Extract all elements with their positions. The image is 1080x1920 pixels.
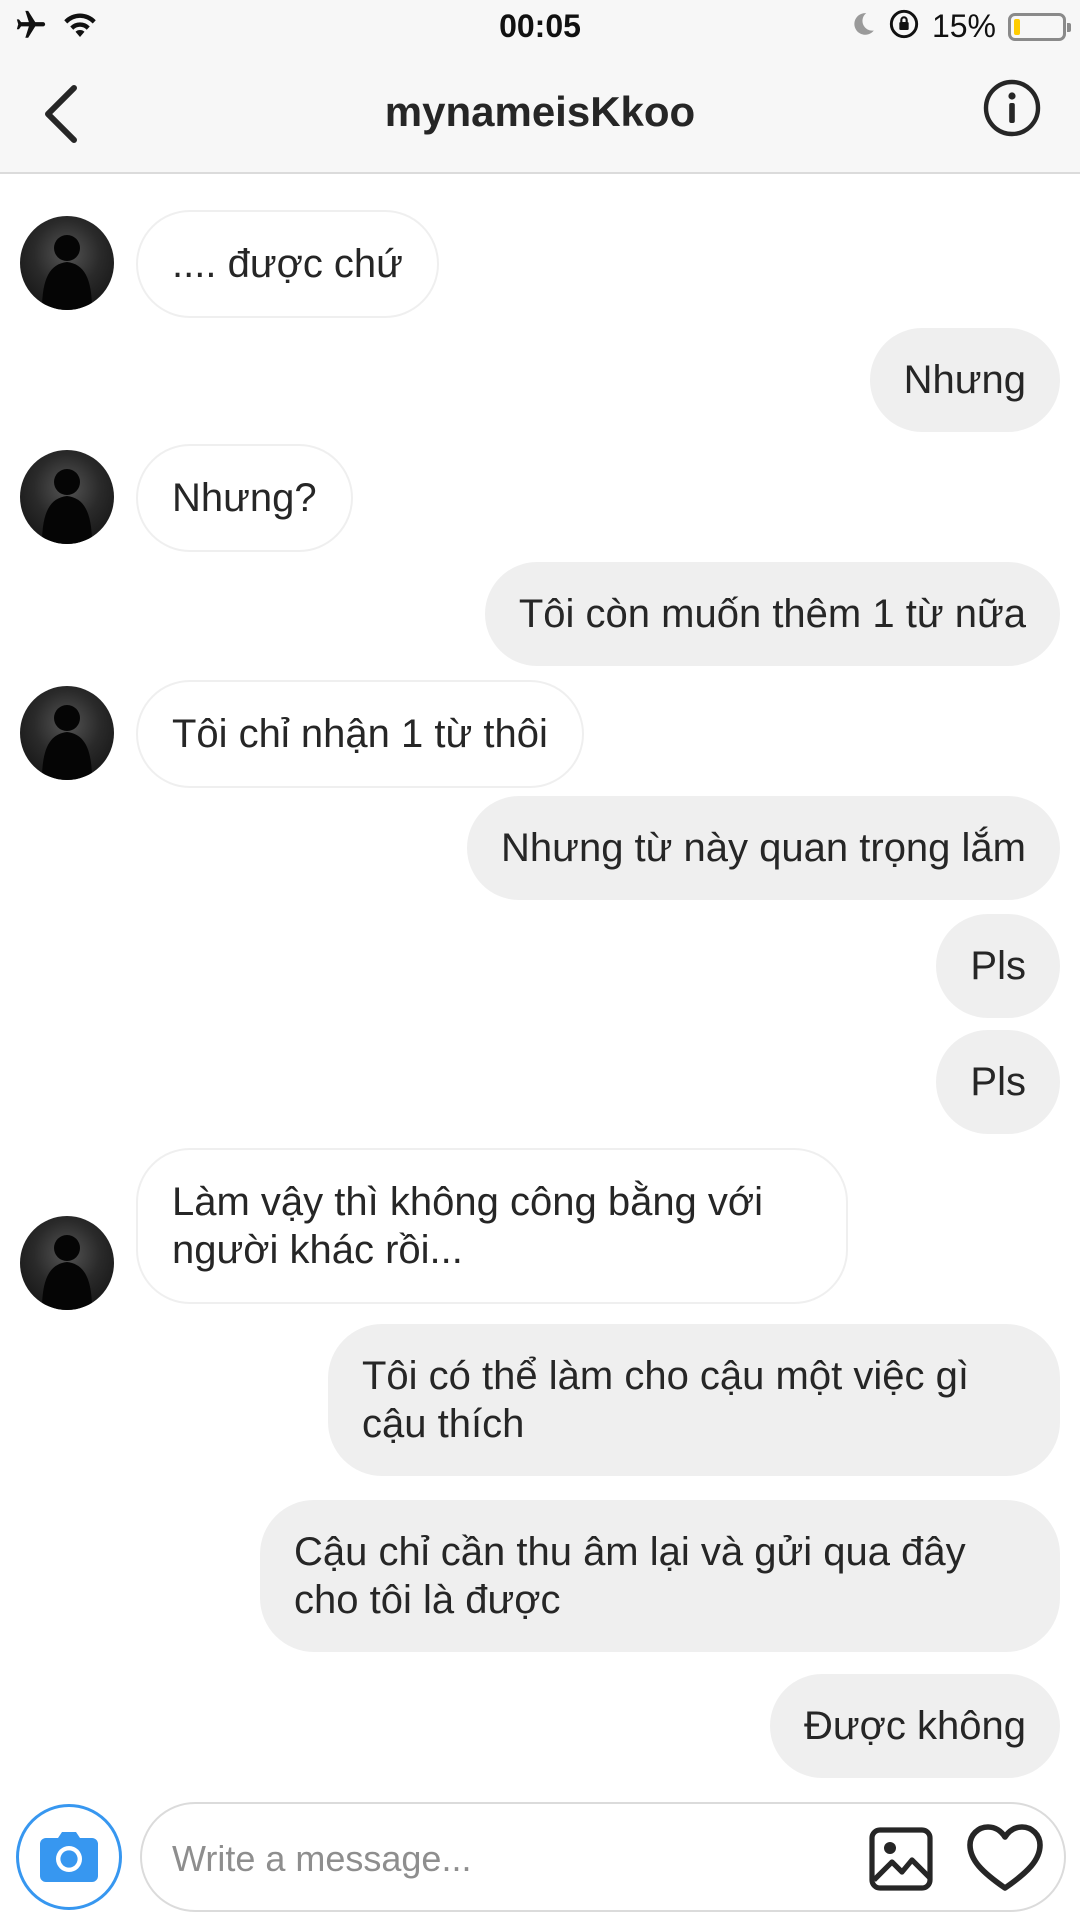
- message-input-box: [140, 1802, 1066, 1912]
- message-list[interactable]: .... được chứ Nhưng Nhưng? Tôi còn muốn …: [0, 174, 1080, 1794]
- message-bubble-outgoing[interactable]: Pls: [936, 914, 1060, 1018]
- info-icon: [983, 79, 1041, 137]
- status-right: 15%: [850, 8, 1071, 45]
- rotation-lock-icon: [888, 8, 920, 45]
- info-button[interactable]: [982, 78, 1042, 138]
- message-bubble-outgoing[interactable]: Tôi còn muốn thêm 1 từ nữa: [484, 562, 1060, 666]
- message-bubble-outgoing[interactable]: Nhưng từ này quan trọng lắm: [467, 796, 1060, 900]
- message-bubble-outgoing[interactable]: Tôi có thể làm cho cậu một việc gì cậu t…: [328, 1324, 1060, 1476]
- conversation-title[interactable]: mynameisKkoo: [0, 88, 1080, 136]
- image-gallery-icon: [869, 1827, 933, 1891]
- heart-icon: [967, 1824, 1043, 1891]
- status-bar: 00:05 15%: [0, 0, 1080, 56]
- battery-level: [1014, 18, 1020, 35]
- message-bubble-outgoing[interactable]: Cậu chỉ cần thu âm lại và gửi qua đây ch…: [260, 1500, 1060, 1652]
- like-button[interactable]: [966, 1822, 1044, 1894]
- message-bubble-outgoing[interactable]: Pls: [936, 1030, 1060, 1134]
- battery-percent: 15%: [931, 8, 996, 44]
- battery-icon: [1008, 12, 1071, 41]
- avatar[interactable]: [20, 686, 114, 780]
- avatar[interactable]: [20, 216, 114, 310]
- conversation-header: mynameisKkoo: [0, 56, 1080, 174]
- avatar[interactable]: [20, 450, 114, 544]
- message-input[interactable]: [170, 1830, 854, 1888]
- gallery-button[interactable]: [868, 1826, 934, 1892]
- message-bubble-outgoing[interactable]: Nhưng: [869, 328, 1060, 432]
- message-bubble-incoming[interactable]: Làm vậy thì không công bằng với người kh…: [136, 1148, 848, 1304]
- message-bubble-incoming[interactable]: Nhưng?: [136, 444, 353, 552]
- avatar[interactable]: [20, 1216, 114, 1310]
- moon-icon: [850, 11, 876, 42]
- message-bubble-outgoing[interactable]: Được không: [770, 1674, 1060, 1778]
- message-composer: [0, 1800, 1080, 1920]
- camera-icon: [40, 1832, 98, 1882]
- message-bubble-incoming[interactable]: .... được chứ: [136, 210, 439, 318]
- camera-button[interactable]: [16, 1804, 122, 1910]
- message-bubble-incoming[interactable]: Tôi chỉ nhận 1 từ thôi: [136, 680, 584, 788]
